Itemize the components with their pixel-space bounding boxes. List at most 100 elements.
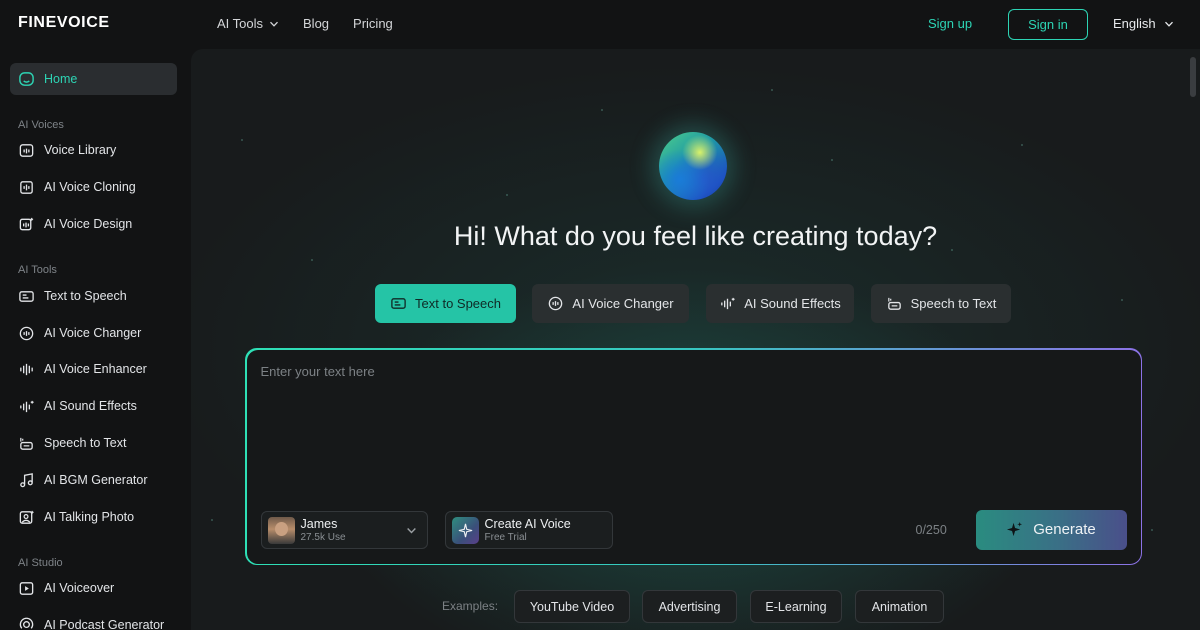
text-editor-card: James 27.5k Use Create AI Voice Free Tri… [245, 348, 1142, 565]
podcast-icon [19, 617, 34, 629]
create-voice-subtitle: Free Trial [484, 531, 527, 543]
text-to-speech-icon [19, 290, 34, 302]
sidebar-item-ai-talking-photo[interactable]: AI Talking Photo [10, 501, 177, 533]
particle-dot [601, 109, 603, 111]
speech-to-text-icon [20, 437, 33, 450]
character-counter: 0/250 [915, 522, 947, 537]
sidebar-item-label: Voice Library [44, 143, 117, 157]
sidebar-item-label: Home [44, 72, 78, 86]
sidebar-item-home[interactable]: Home [10, 63, 177, 95]
sidebar-item-label: AI Talking Photo [44, 510, 135, 524]
scrollbar[interactable] [1190, 57, 1196, 617]
particle-dot [1021, 144, 1023, 146]
sidebar-item-speech-to-text[interactable]: Speech to Text [10, 427, 177, 459]
home-icon [19, 71, 34, 86]
particle-dot [506, 194, 508, 196]
sidebar-item-ai-voice-design[interactable]: AI Voice Design [10, 208, 177, 240]
sidebar-section-ai-studio: AI Studio [18, 557, 63, 569]
nav-blog[interactable]: Blog [303, 16, 329, 31]
ai-orb-icon [659, 132, 727, 200]
sidebar-item-label: Speech to Text [44, 436, 127, 450]
nav-ai-tools-label: AI Tools [217, 16, 264, 31]
tab-ai-sound-effects[interactable]: AI Sound Effects [706, 284, 854, 323]
sidebar-section-ai-voices: AI Voices [18, 119, 64, 131]
sidebar-item-ai-voiceover[interactable]: AI Voiceover [10, 572, 177, 604]
particle-dot [211, 519, 213, 521]
music-note-icon [20, 472, 33, 487]
language-label: English [1113, 16, 1156, 31]
voice-library-icon [19, 143, 34, 157]
talking-photo-icon [19, 510, 34, 524]
sidebar-item-ai-voice-changer[interactable]: AI Voice Changer [10, 317, 177, 349]
nav-pricing[interactable]: Pricing [353, 16, 393, 31]
sidebar-item-ai-sound-effects[interactable]: AI Sound Effects [10, 390, 177, 422]
voice-cloning-icon [20, 180, 33, 194]
sidebar-item-ai-bgm-generator[interactable]: AI BGM Generator [10, 464, 177, 496]
finevoice-logo[interactable]: FINEVOICE [18, 14, 110, 32]
sidebar-item-label: AI BGM Generator [44, 473, 148, 487]
main-panel: Hi! What do you feel like creating today… [191, 49, 1200, 630]
generate-button[interactable]: Generate [975, 509, 1127, 550]
speech-to-text-icon [887, 297, 901, 310]
voice-changer-icon [549, 296, 563, 311]
sparkle-icon [1007, 521, 1023, 537]
chevron-down-icon [1164, 21, 1173, 27]
particle-dot [771, 89, 773, 91]
create-voice-title: Create AI Voice [484, 516, 571, 531]
page-title: Hi! What do you feel like creating today… [453, 221, 938, 251]
tab-text-to-speech[interactable]: Text to Speech [375, 284, 516, 323]
tab-speech-to-text[interactable]: Speech to Text [871, 284, 1011, 323]
sidebar-item-ai-podcast-generator[interactable]: AI Podcast Generator [10, 609, 177, 630]
sparkle-icon [451, 516, 479, 544]
create-ai-voice-button[interactable]: Create AI Voice Free Trial [444, 510, 613, 549]
tab-label: AI Voice Changer [572, 296, 674, 311]
sidebar-item-voice-library[interactable]: Voice Library [10, 134, 177, 166]
example-chip-advertising[interactable]: Advertising [642, 590, 737, 623]
scrollbar-thumb[interactable] [1190, 57, 1196, 97]
sidebar-item-label: AI Voice Enhancer [44, 362, 147, 376]
sidebar-item-text-to-speech[interactable]: Text to Speech [10, 280, 177, 312]
sidebar-item-label: AI Voiceover [44, 581, 115, 595]
sidebar-item-ai-voice-cloning[interactable]: AI Voice Cloning [10, 171, 177, 203]
avatar [267, 516, 295, 544]
examples-label: Examples: [442, 599, 499, 613]
tab-label: AI Sound Effects [744, 296, 841, 311]
voice-uses: 27.5k Use [300, 531, 346, 543]
voice-design-icon [19, 217, 34, 230]
sign-up-link[interactable]: Sign up [928, 16, 972, 31]
language-selector[interactable]: English [1113, 16, 1174, 31]
voice-selector[interactable]: James 27.5k Use [260, 510, 428, 549]
sidebar-item-label: Text to Speech [44, 289, 127, 303]
sound-effects-icon [721, 297, 735, 310]
main-nav: AI Tools Blog Pricing [217, 16, 393, 31]
generate-label: Generate [1033, 521, 1096, 538]
sign-in-button[interactable]: Sign in [1008, 9, 1088, 40]
tab-ai-voice-changer[interactable]: AI Voice Changer [532, 284, 689, 323]
sidebar-item-label: AI Voice Changer [44, 326, 142, 340]
particle-dot [311, 259, 313, 261]
tab-label: Speech to Text [910, 296, 997, 311]
voice-name: James [300, 516, 338, 531]
text-editor-body: James 27.5k Use Create AI Voice Free Tri… [246, 349, 1141, 564]
particle-dot [1121, 299, 1123, 301]
particle-dot [1151, 529, 1153, 531]
chevron-down-icon [270, 21, 278, 27]
top-navigation-bar: FINEVOICE AI Tools Blog Pricing Sign up … [0, 0, 1200, 48]
example-chip-animation[interactable]: Animation [855, 590, 944, 623]
sidebar-item-label: AI Voice Cloning [44, 180, 136, 194]
particle-dot [831, 159, 833, 161]
voiceover-icon [19, 581, 34, 595]
sidebar-section-ai-tools: AI Tools [18, 264, 57, 276]
chevron-down-icon [406, 527, 416, 534]
voice-enhancer-icon [20, 363, 33, 375]
text-input[interactable] [260, 363, 1121, 494]
sidebar-item-label: AI Podcast Generator [44, 618, 165, 630]
example-chip-youtube-video[interactable]: YouTube Video [514, 590, 630, 623]
sidebar: Home AI Voices Voice Library AI Voice Cl… [0, 48, 190, 630]
sidebar-item-ai-voice-enhancer[interactable]: AI Voice Enhancer [10, 353, 177, 385]
particle-dot [241, 139, 243, 141]
nav-ai-tools[interactable]: AI Tools [217, 16, 279, 31]
sidebar-item-label: AI Sound Effects [44, 399, 137, 413]
text-to-speech-icon [391, 298, 406, 309]
example-chip-e-learning[interactable]: E-Learning [750, 590, 842, 623]
